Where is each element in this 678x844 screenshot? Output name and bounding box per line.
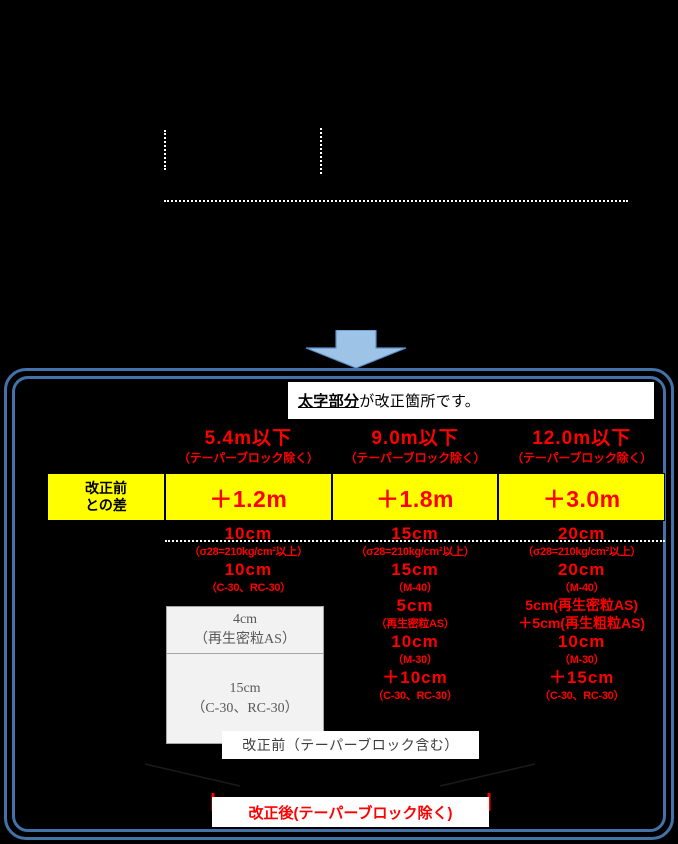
layer-3-1-thickness: 20cm [557,524,606,543]
layer-3-1-spec: （σ28=210kg/cm²以上） [522,546,642,558]
layer-3-3-spec: ＋5cm(再生粗粒AS) [518,615,646,631]
diagram-canvas: 太字部分 が改正箇所です。 5.4m以下 （テーパーブロック除く） 9.0m以下 … [0,0,678,844]
layer-3-5-spec: （C-30、RC-30） [539,690,625,702]
layer-2-4-spec: （M-30） [392,654,438,666]
column-subtitle-3: （テーパーブロック除く） [511,451,653,465]
existing-layer-box-1: 4cm （再生密粒AS） [166,606,324,654]
existing-layer-2-thickness: 15cm [229,680,261,696]
column-title-3: 12.0m以下 [532,428,632,449]
layer-1-2-thickness: 10cm [224,560,273,579]
layer-spec-columns: 10cm （σ28=210kg/cm²以上） 10cm （C-30、RC-30）… [165,524,665,744]
revision-note-emphasis: 太字部分 [298,393,360,410]
existing-structure-stack: 4cm （再生密粒AS） 15cm （C-30、RC-30） [166,606,324,744]
vertical-guide-right [320,128,322,174]
difference-label-line2: との差 [85,497,127,513]
layer-2-2-spec: （M-40） [392,582,438,594]
difference-row: 改正前 との差 ＋1.2m ＋1.8m ＋3.0m [47,473,666,521]
layer-column-3: 20cm （σ28=210kg/cm²以上） 20cm （M-40） 5cm(再… [498,524,665,734]
column-title-1: 5.4m以下 [204,428,292,449]
column-subtitle-2: （テーパーブロック除く） [344,451,486,465]
difference-label-line1: 改正前 [85,480,127,496]
layer-2-5-spec: （C-30、RC-30） [372,690,458,702]
column-header-1: 5.4m以下 （テーパーブロック除く） [165,428,332,472]
difference-value-1: ＋1.2m [165,473,332,521]
layer-3-5-thickness: ＋15cm [548,668,615,687]
existing-layer-2-spec: （C-30、RC-30） [191,700,299,716]
layer-3-4-spec: （M-30） [559,654,605,666]
layer-3-2-thickness: 20cm [557,560,606,579]
down-arrow-connector [296,330,416,370]
layer-3-3-thickness: 5cm(再生密粒AS) [525,597,639,613]
layer-2-1-thickness: 15cm [391,524,439,543]
revision-note-box: 太字部分 が改正箇所です。 [288,382,654,419]
layer-2-2-thickness: 15cm [391,560,439,579]
column-header-row: 5.4m以下 （テーパーブロック除く） 9.0m以下 （テーパーブロック除く） … [165,428,665,472]
difference-value-3: ＋3.0m [498,473,666,521]
layer-2-5-thickness: ＋10cm [382,668,448,687]
column-title-2: 9.0m以下 [371,428,459,449]
column-header-3: 12.0m以下 （テーパーブロック除く） [498,428,665,472]
layer-1-2-spec: （C-30、RC-30） [205,582,291,594]
revision-note-rest: が改正箇所です。 [359,393,481,410]
difference-value-2: ＋1.8m [331,473,499,521]
layer-2-3-spec: （再生密粒AS） [375,618,455,630]
difference-row-label: 改正前 との差 [47,473,165,521]
layer-3-4-thickness: 10cm [557,632,606,651]
existing-layer-1-thickness: 4cm [232,612,258,627]
layer-2-4-thickness: 10cm [391,632,439,651]
layer-1-1-spec: （σ28=210kg/cm²以上） [188,546,308,558]
before-revision-label: 改正前（テーパーブロック含む） [222,731,479,759]
column-subtitle-1: （テーパーブロック除く） [177,451,319,465]
layer-1-1-thickness: 10cm [224,524,273,543]
after-revision-label: 改正後(テーパーブロック除く) [212,797,489,827]
layer-column-2: 15cm （σ28=210kg/cm²以上） 15cm （M-40） 5cm （… [332,524,499,734]
column-header-2: 9.0m以下 （テーパーブロック除く） [332,428,499,472]
layer-2-3-thickness: 5cm [396,596,434,615]
down-arrow-icon [305,330,407,369]
existing-layer-1-spec: （再生密粒AS） [194,632,296,647]
layer-3-2-spec: （M-40） [559,582,605,594]
vertical-guide-left [164,130,166,170]
layer-2-1-spec: （σ28=210kg/cm²以上） [355,546,475,558]
layer-column-1: 10cm （σ28=210kg/cm²以上） 10cm （C-30、RC-30）… [165,524,332,744]
horizontal-guide-line [164,200,628,202]
top-cross-section-schematic [0,0,678,330]
